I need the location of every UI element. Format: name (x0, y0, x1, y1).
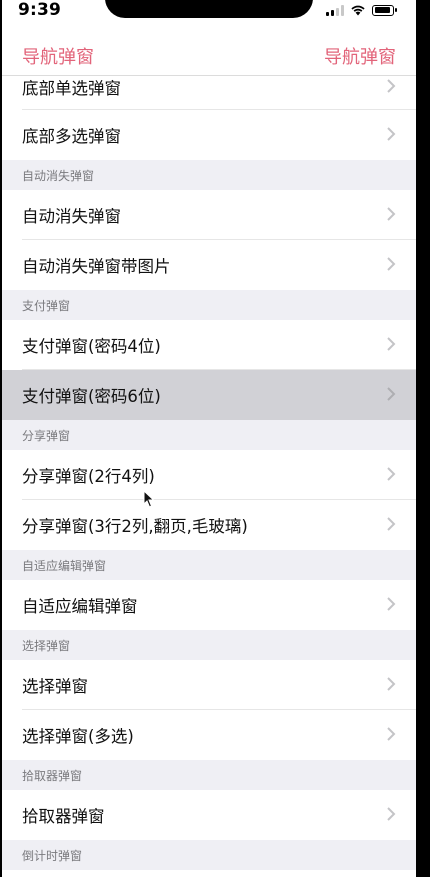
section-header-label: 自适应编辑弹窗 (22, 558, 107, 573)
status-time: 9:39 (18, 0, 62, 20)
section-header-label: 选择弹窗 (22, 638, 71, 653)
section-header: 自适应编辑弹窗 (2, 550, 416, 580)
list-item-label: 拾取器弹窗 (22, 807, 105, 826)
chevron-right-icon (387, 337, 396, 351)
list-item-label: 自动消失弹窗带图片 (22, 257, 171, 276)
table-view[interactable]: 底部单选弹窗 底部多选弹窗 自动消失弹窗 自动消失弹窗 自动消失弹窗带图片 支付… (2, 77, 416, 870)
status-bar: 9:39 (2, 0, 416, 32)
section-header: 倒计时弹窗 (2, 840, 416, 870)
notch (105, 0, 313, 18)
section-header: 分享弹窗 (2, 420, 416, 450)
wifi-icon (351, 5, 365, 16)
list-item-label: 底部单选弹窗 (22, 78, 121, 98)
section-header: 自动消失弹窗 (2, 160, 416, 190)
list-item-label: 底部多选弹窗 (22, 127, 121, 146)
chevron-right-icon (387, 79, 396, 93)
list-item-selected[interactable]: 支付弹窗(密码6位) (2, 370, 416, 420)
chevron-right-icon (387, 207, 396, 221)
chevron-right-icon (387, 807, 396, 821)
list-item-label: 选择弹窗(多选) (22, 727, 134, 746)
chevron-right-icon (387, 517, 396, 531)
list-item-label: 自适应编辑弹窗 (22, 597, 138, 616)
chevron-right-icon (387, 257, 396, 271)
nav-left-button[interactable]: 导航弹窗 (22, 43, 94, 69)
list-item-label: 支付弹窗(密码6位) (22, 387, 161, 406)
navigation-bar: 导航弹窗 导航弹窗 (2, 32, 416, 76)
list-item[interactable]: 底部单选弹窗 (2, 77, 416, 110)
chevron-right-icon (387, 467, 396, 481)
section-header-label: 自动消失弹窗 (22, 168, 95, 183)
section-header: 拾取器弹窗 (2, 760, 416, 790)
list-item[interactable]: 底部多选弹窗 (2, 110, 416, 160)
list-item-label: 分享弹窗(2行4列) (22, 467, 155, 486)
chevron-right-icon (387, 597, 396, 611)
battery-icon (372, 4, 397, 16)
section-header-label: 拾取器弹窗 (22, 768, 83, 783)
section-header-label: 倒计时弹窗 (22, 848, 83, 863)
list-item[interactable]: 拾取器弹窗 (2, 790, 416, 840)
list-item-label: 支付弹窗(密码4位) (22, 337, 161, 356)
chevron-right-icon (387, 387, 396, 401)
list-item[interactable]: 自动消失弹窗带图片 (2, 240, 416, 290)
chevron-right-icon (387, 677, 396, 691)
list-item-label: 选择弹窗 (22, 677, 88, 696)
screen: 9:39 导航弹窗 导航弹窗 底部单选弹窗 底部多选弹窗 自动消失弹窗 自动消失… (2, 0, 416, 877)
section-header-label: 支付弹窗 (22, 298, 71, 313)
chevron-right-icon (387, 727, 396, 741)
list-item[interactable]: 自动消失弹窗 (2, 190, 416, 240)
list-item[interactable]: 选择弹窗 (2, 660, 416, 710)
nav-right-button[interactable]: 导航弹窗 (324, 43, 396, 69)
section-header: 选择弹窗 (2, 630, 416, 660)
section-header: 支付弹窗 (2, 290, 416, 320)
signal-icon (326, 4, 344, 16)
list-item[interactable]: 分享弹窗(2行4列) (2, 450, 416, 500)
mouse-cursor-icon (143, 490, 155, 508)
chevron-right-icon (387, 127, 396, 141)
list-item[interactable]: 分享弹窗(3行2列,翻页,毛玻璃) (2, 500, 416, 550)
list-item-label: 自动消失弹窗 (22, 207, 121, 226)
list-item[interactable]: 选择弹窗(多选) (2, 710, 416, 760)
list-item-label: 分享弹窗(3行2列,翻页,毛玻璃) (22, 517, 248, 536)
list-item[interactable]: 自适应编辑弹窗 (2, 580, 416, 630)
section-header-label: 分享弹窗 (22, 428, 71, 443)
list-item[interactable]: 支付弹窗(密码4位) (2, 320, 416, 370)
status-icons (326, 4, 397, 16)
